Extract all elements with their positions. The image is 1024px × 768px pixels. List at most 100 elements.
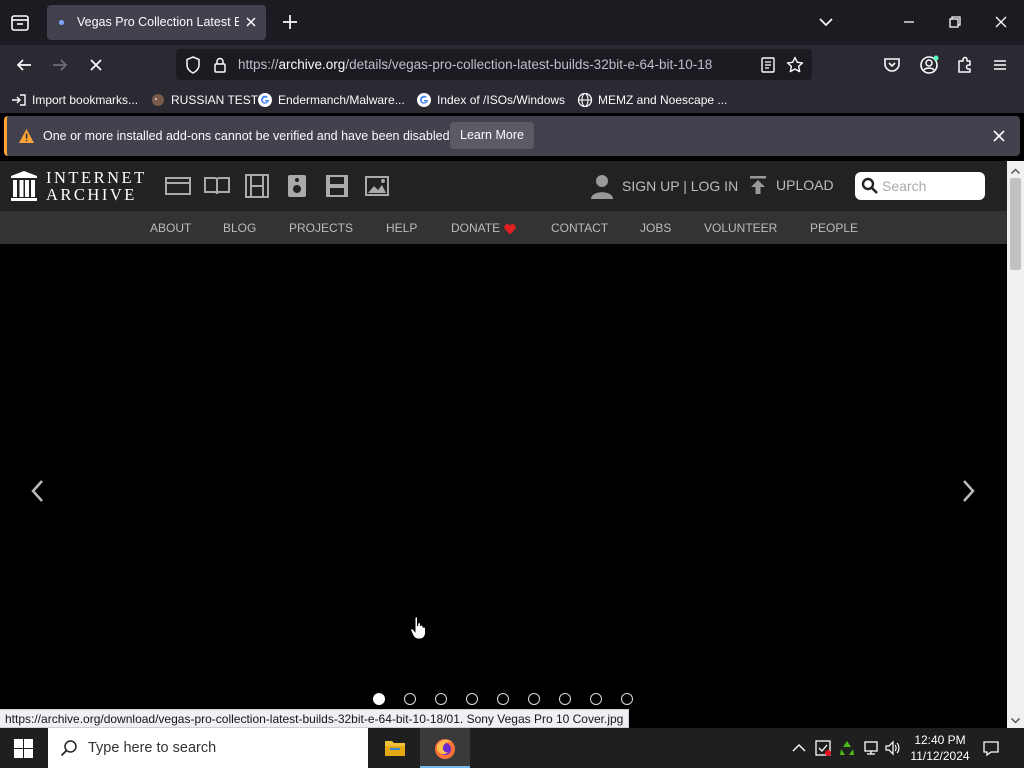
tab-close-icon[interactable] (243, 14, 259, 30)
forward-icon[interactable] (48, 53, 72, 77)
nav-projects[interactable]: PROJECTS (289, 221, 353, 235)
carousel-pagination (373, 693, 635, 707)
images-icon[interactable] (364, 174, 390, 198)
learn-more-button[interactable]: Learn More (450, 122, 534, 149)
volume-icon[interactable] (884, 739, 902, 757)
windows-taskbar: Type here to search 12:40 PM 11/12/2024 (0, 728, 1024, 768)
favicon-bear-icon (152, 94, 164, 106)
scroll-up-icon[interactable] (1010, 164, 1021, 175)
carousel-dot[interactable] (466, 693, 478, 705)
carousel-dot[interactable] (404, 693, 416, 705)
tray-security-icon[interactable] (814, 739, 832, 757)
carousel-dot[interactable] (528, 693, 540, 705)
close-window-icon[interactable] (989, 10, 1013, 34)
pocket-icon[interactable] (880, 53, 904, 77)
nav-help[interactable]: HELP (386, 221, 417, 235)
bookmark-star-icon[interactable] (785, 55, 805, 75)
upload-link[interactable]: UPLOAD (748, 175, 834, 195)
page-scrollbar[interactable] (1007, 161, 1024, 728)
tracking-shield-icon[interactable] (183, 55, 203, 75)
signup-login-link[interactable]: SIGN UP | LOG IN (590, 173, 738, 199)
back-icon[interactable] (12, 53, 36, 77)
search-icon (60, 740, 77, 757)
carousel-dot[interactable] (373, 693, 385, 705)
url-bar[interactable]: https://archive.org/details/vegas-pro-co… (176, 49, 812, 80)
site-search-box[interactable] (855, 172, 985, 200)
ia-logo-building-icon[interactable] (10, 170, 38, 202)
warning-icon (18, 128, 35, 144)
browser-tab-active[interactable]: Vegas Pro Collection Latest Buil (47, 5, 266, 40)
taskbar-firefox[interactable] (420, 728, 470, 768)
video-film-icon[interactable] (244, 174, 270, 198)
nav-volunteer[interactable]: VOLUNTEER (704, 221, 777, 235)
carousel-dot[interactable] (497, 693, 509, 705)
carousel-dot[interactable] (590, 693, 602, 705)
carousel-dot[interactable] (621, 693, 633, 705)
network-icon[interactable] (862, 739, 880, 757)
navigation-toolbar: https://archive.org/details/vegas-pro-co… (0, 45, 1024, 85)
google-icon (258, 93, 272, 107)
carousel-prev-chevron-icon[interactable] (28, 476, 48, 506)
hamburger-menu-icon[interactable] (988, 53, 1012, 77)
notification-center-icon[interactable] (982, 739, 1000, 757)
taskbar-file-explorer[interactable] (370, 728, 420, 768)
tab-overflow-chevron-icon[interactable] (814, 10, 838, 34)
account-icon[interactable] (917, 53, 941, 77)
windows-start-icon[interactable] (14, 739, 33, 758)
nav-people[interactable]: PEOPLE (810, 221, 858, 235)
carousel-dot[interactable] (435, 693, 447, 705)
nav-blog[interactable]: BLOG (223, 221, 256, 235)
taskbar-clock[interactable]: 12:40 PM 11/12/2024 (905, 732, 975, 764)
folder-icon (385, 741, 405, 756)
link-status-url: https://archive.org/download/vegas-pro-c… (0, 709, 630, 728)
notification-message: One or more installed add-ons cannot be … (43, 129, 453, 143)
clock-date: 11/12/2024 (910, 749, 970, 763)
globe-icon (577, 92, 593, 108)
bookmark-import[interactable]: Import bookmarks... (11, 91, 138, 109)
minimize-icon[interactable] (897, 10, 921, 34)
user-icon (591, 175, 613, 199)
firefox-icon (435, 739, 455, 759)
web-icon[interactable] (165, 174, 191, 198)
lock-icon[interactable] (210, 55, 230, 75)
reader-view-icon[interactable] (758, 55, 778, 75)
carousel-dot[interactable] (559, 693, 571, 705)
tab-list-icon[interactable] (8, 11, 32, 35)
taskbar-search-box[interactable]: Type here to search (48, 728, 368, 768)
clock-time: 12:40 PM (914, 733, 966, 747)
image-carousel (0, 244, 1007, 728)
hand-cursor-icon (410, 616, 428, 640)
site-search-input[interactable] (882, 177, 978, 195)
search-icon (861, 177, 878, 194)
screen: Vegas Pro Collection Latest Buil https:/… (0, 0, 1024, 768)
notification-close-icon[interactable] (991, 128, 1007, 144)
ia-nav-bar: ABOUT BLOG PROJECTS HELP DONATE CONTACT … (0, 211, 1007, 244)
bookmark-russian-test[interactable]: RUSSIAN TEST (150, 91, 258, 109)
stop-loading-icon[interactable] (84, 53, 108, 77)
upload-icon (750, 176, 766, 194)
bookmark-endermanch[interactable]: Endermanch/Malware... (257, 91, 405, 109)
nav-about[interactable]: ABOUT (150, 221, 191, 235)
nav-donate[interactable]: DONATE (451, 221, 500, 235)
import-icon (12, 94, 26, 106)
tab-bar: Vegas Pro Collection Latest Buil (0, 0, 1024, 45)
ia-logo-text[interactable]: INTERNET ARCHIVE (46, 169, 147, 203)
bookmark-memz[interactable]: MEMZ and Noescape ... (577, 91, 727, 109)
extensions-puzzle-icon[interactable] (953, 53, 977, 77)
carousel-next-chevron-icon[interactable] (958, 476, 978, 506)
tray-overflow-chevron-icon[interactable] (790, 739, 808, 757)
donate-heart-icon[interactable] (504, 222, 516, 235)
texts-book-icon[interactable] (204, 174, 230, 198)
software-floppy-icon[interactable] (324, 174, 350, 198)
scrollbar-thumb[interactable] (1010, 178, 1021, 270)
bookmark-index-isos[interactable]: Index of /ISOs/Windows (416, 91, 565, 109)
taskbar-search-placeholder: Type here to search (88, 740, 217, 756)
scroll-down-icon[interactable] (1010, 713, 1021, 724)
bookmarks-toolbar: Import bookmarks... RUSSIAN TEST Enderma… (0, 85, 1024, 113)
tray-recycle-icon[interactable] (838, 739, 856, 757)
audio-speaker-icon[interactable] (284, 174, 310, 198)
nav-contact[interactable]: CONTACT (551, 221, 608, 235)
restore-icon[interactable] (943, 10, 967, 34)
new-tab-icon[interactable] (279, 11, 301, 33)
nav-jobs[interactable]: JOBS (640, 221, 671, 235)
